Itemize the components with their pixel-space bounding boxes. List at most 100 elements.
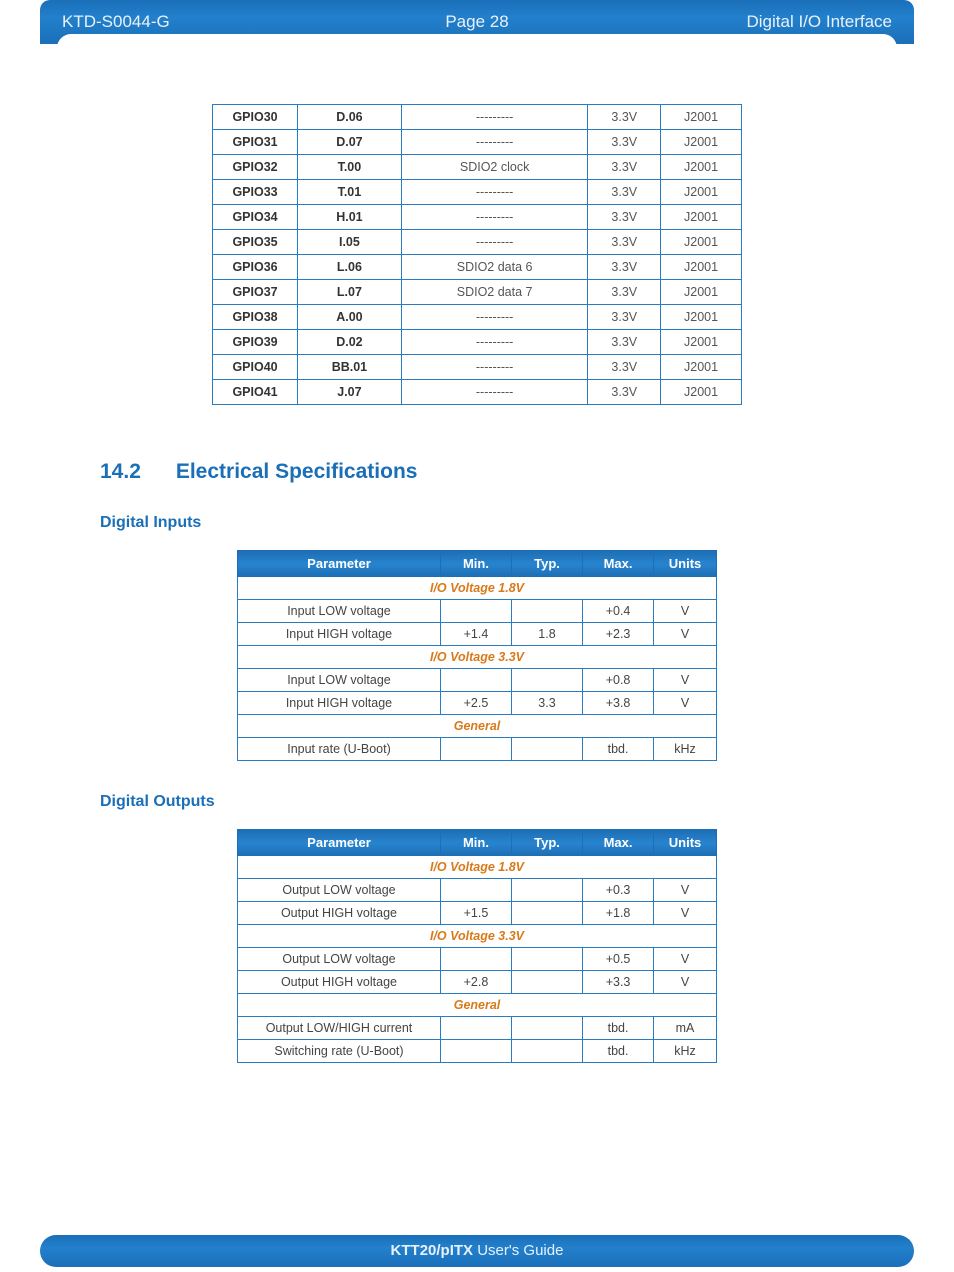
table-row: Input HIGH voltage+1.41.8+2.3V	[238, 623, 717, 646]
cell: ---------	[401, 205, 588, 230]
table-row: Switching rate (U-Boot) tbd.kHz	[238, 1040, 717, 1063]
table-row: GPIO30D.06---------3.3VJ2001	[213, 105, 742, 130]
cell: L.07	[298, 280, 402, 305]
table-row: GPIO39D.02---------3.3VJ2001	[213, 330, 742, 355]
cell: V	[654, 948, 717, 971]
digital-inputs-table: Parameter Min. Typ. Max. Units I/O Volta…	[237, 550, 717, 761]
cell: 1.8	[511, 623, 582, 646]
page-number: Page 28	[445, 12, 508, 32]
cell	[440, 600, 511, 623]
col-max: Max.	[583, 830, 654, 856]
cell: GPIO38	[213, 305, 298, 330]
cell: GPIO36	[213, 255, 298, 280]
cell: V	[654, 692, 717, 715]
cell: D.07	[298, 130, 402, 155]
cell: I.05	[298, 230, 402, 255]
cell: J2001	[661, 380, 742, 405]
table-row: GPIO32T.00SDIO2 clock3.3VJ2001	[213, 155, 742, 180]
cell	[511, 1017, 582, 1040]
cell: +2.8	[440, 971, 511, 994]
cell: J2001	[661, 130, 742, 155]
section-title: Digital I/O Interface	[746, 12, 892, 32]
col-parameter: Parameter	[238, 830, 441, 856]
cell: V	[654, 623, 717, 646]
doc-code: KTD-S0044-G	[62, 12, 170, 32]
cell: J2001	[661, 255, 742, 280]
cell: 3.3V	[588, 155, 661, 180]
cell: Switching rate (U-Boot)	[238, 1040, 441, 1063]
cell: A.00	[298, 305, 402, 330]
cell: V	[654, 669, 717, 692]
cell: GPIO40	[213, 355, 298, 380]
cell: +0.4	[583, 600, 654, 623]
cell: ---------	[401, 380, 588, 405]
cell: J2001	[661, 305, 742, 330]
group-header: General	[238, 715, 717, 738]
cell: J2001	[661, 330, 742, 355]
cell: T.00	[298, 155, 402, 180]
cell: V	[654, 971, 717, 994]
cell: L.06	[298, 255, 402, 280]
header-inset	[57, 34, 897, 54]
cell: J.07	[298, 380, 402, 405]
cell: ---------	[401, 130, 588, 155]
cell	[511, 600, 582, 623]
table-row: Input LOW voltage+0.8V	[238, 669, 717, 692]
cell	[440, 1040, 511, 1063]
page-footer: KTT20/pITX User's Guide	[40, 1235, 914, 1267]
table-row: GPIO36L.06SDIO2 data 63.3VJ2001	[213, 255, 742, 280]
group-header: I/O Voltage 3.3V	[238, 646, 717, 669]
cell: kHz	[654, 1040, 717, 1063]
cell: 3.3V	[588, 330, 661, 355]
cell: J2001	[661, 205, 742, 230]
cell: Output LOW/HIGH current	[238, 1017, 441, 1040]
table-row: GPIO33T.01---------3.3VJ2001	[213, 180, 742, 205]
cell: Input LOW voltage	[238, 669, 441, 692]
table-row: GPIO40BB.01---------3.3VJ2001	[213, 355, 742, 380]
cell: kHz	[654, 738, 717, 761]
page-header: KTD-S0044-G Page 28 Digital I/O Interfac…	[40, 0, 914, 44]
cell	[511, 669, 582, 692]
cell: GPIO41	[213, 380, 298, 405]
section-heading-14-2: 14.2 Electrical Specifications	[100, 460, 854, 484]
table-row: GPIO31D.07---------3.3VJ2001	[213, 130, 742, 155]
table-row: GPIO41J.07---------3.3VJ2001	[213, 380, 742, 405]
cell	[440, 879, 511, 902]
col-units: Units	[654, 551, 717, 577]
cell: H.01	[298, 205, 402, 230]
table-row: Input HIGH voltage+2.53.3+3.8V	[238, 692, 717, 715]
cell: +3.3	[583, 971, 654, 994]
cell	[440, 1017, 511, 1040]
section-title-text: Electrical Specifications	[176, 460, 418, 483]
cell: GPIO33	[213, 180, 298, 205]
footer-title-rest: User's Guide	[473, 1242, 563, 1259]
cell: tbd.	[583, 1040, 654, 1063]
section-number: 14.2	[100, 460, 170, 484]
cell: +2.5	[440, 692, 511, 715]
col-max: Max.	[583, 551, 654, 577]
cell: GPIO32	[213, 155, 298, 180]
cell: Input HIGH voltage	[238, 692, 441, 715]
cell: ---------	[401, 305, 588, 330]
cell	[511, 738, 582, 761]
cell: T.01	[298, 180, 402, 205]
cell: 3.3V	[588, 305, 661, 330]
group-header: General	[238, 994, 717, 1017]
cell: GPIO31	[213, 130, 298, 155]
cell: +3.8	[583, 692, 654, 715]
cell: +2.3	[583, 623, 654, 646]
table-row: GPIO38A.00---------3.3VJ2001	[213, 305, 742, 330]
cell: D.06	[298, 105, 402, 130]
table-row: Input LOW voltage +0.4V	[238, 600, 717, 623]
col-parameter: Parameter	[238, 551, 441, 577]
cell: tbd.	[583, 1017, 654, 1040]
cell: J2001	[661, 230, 742, 255]
digital-outputs-table: Parameter Min. Typ. Max. Units I/O Volta…	[237, 829, 717, 1063]
cell: Input LOW voltage	[238, 600, 441, 623]
cell: 3.3V	[588, 105, 661, 130]
cell: 3.3V	[588, 380, 661, 405]
cell: V	[654, 600, 717, 623]
cell: GPIO34	[213, 205, 298, 230]
cell: 3.3V	[588, 355, 661, 380]
col-typ: Typ.	[511, 830, 582, 856]
